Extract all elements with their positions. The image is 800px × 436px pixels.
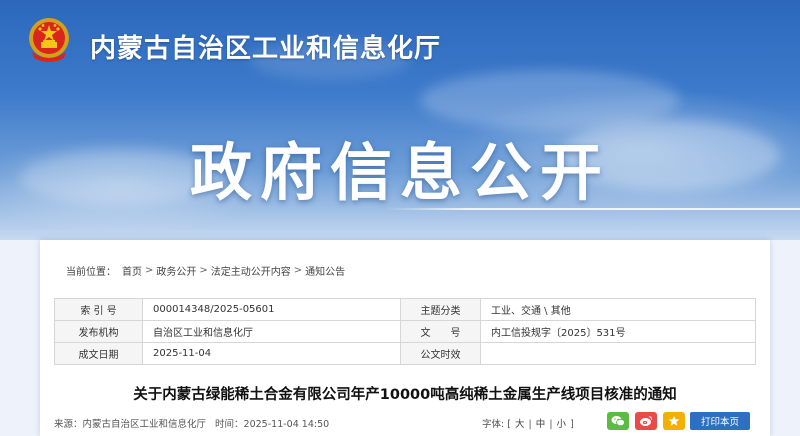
table-row: 发布机构 自治区工业和信息化厅 文 号 内工信投规字〔2025〕531号 <box>54 320 756 343</box>
header-banner: 内蒙古自治区工业和信息化厅 政府信息公开 <box>0 0 800 240</box>
share-weibo-button[interactable] <box>635 412 657 430</box>
breadcrumb-government-affairs[interactable]: 政务公开 <box>156 263 196 278</box>
share-buttons <box>607 412 685 430</box>
font-size-divider: | <box>528 419 532 430</box>
metadata-value: 内工信投规字〔2025〕531号 <box>480 320 756 343</box>
breadcrumb-statutory-disclosure[interactable]: 法定主动公开内容 <box>211 263 291 278</box>
article-toolbar: 来源：内蒙古自治区工业和信息化厅 时间：2025-11-04 14:50 字体:… <box>40 412 770 434</box>
breadcrumb-separator: > <box>293 265 303 276</box>
breadcrumb-home[interactable]: 首页 <box>122 263 142 278</box>
document-metadata-table: 索 引 号 000014348/2025-05601 主题分类 工业、交通 \ … <box>54 298 756 365</box>
banner-divider <box>386 208 800 210</box>
font-size-medium-button[interactable]: 中 <box>536 419 546 430</box>
favorite-icon <box>668 415 680 426</box>
article-time: 时间：2025-11-04 14:50 <box>215 419 330 430</box>
font-size-divider: | <box>549 419 553 430</box>
metadata-key: 索 引 号 <box>54 298 143 321</box>
section-title: 政府信息公开 <box>189 136 610 209</box>
national-emblem-icon[interactable] <box>26 16 72 64</box>
article-source: 来源：内蒙古自治区工业和信息化厅 <box>54 419 207 430</box>
weibo-icon <box>640 416 653 426</box>
article-title: 关于内蒙古绿能稀土合金有限公司年产10000吨高纯稀土金属生产线项目核准的通知 <box>133 387 677 403</box>
metadata-key: 文 号 <box>400 320 481 343</box>
metadata-value: 000014348/2025-05601 <box>142 298 401 321</box>
font-size-bracket: [ <box>507 419 511 430</box>
content-card: 当前位置： 首页 > 政务公开 > 法定主动公开内容 > 通知公告 索 引 号 … <box>40 240 770 436</box>
favorite-button[interactable] <box>663 412 685 430</box>
site-title[interactable]: 内蒙古自治区工业和信息化厅 <box>90 28 441 65</box>
font-size-label: 字体: <box>482 419 505 430</box>
table-row: 索 引 号 000014348/2025-05601 主题分类 工业、交通 \ … <box>54 298 756 321</box>
breadcrumb-separator: > <box>199 265 208 276</box>
print-button[interactable]: 打印本页 <box>690 412 750 430</box>
article-source-line: 来源：内蒙古自治区工业和信息化厅 时间：2025-11-04 14:50 <box>54 416 335 430</box>
table-row: 成文日期 2025-11-04 公文时效 <box>54 342 756 365</box>
metadata-key: 公文时效 <box>400 342 481 365</box>
font-size-control: 字体: [ 大 | 中 | 小 ] <box>482 416 574 430</box>
wechat-icon <box>611 416 625 427</box>
breadcrumb-label: 当前位置： <box>66 267 116 278</box>
breadcrumb-notices[interactable]: 通知公告 <box>305 263 345 278</box>
metadata-value: 2025-11-04 <box>142 342 401 365</box>
metadata-value: 自治区工业和信息化厅 <box>142 320 401 343</box>
font-size-bracket: ] <box>570 419 574 430</box>
metadata-value <box>480 342 756 365</box>
metadata-key: 成文日期 <box>54 342 143 365</box>
metadata-key: 主题分类 <box>400 298 481 321</box>
share-wechat-button[interactable] <box>607 412 629 430</box>
font-size-large-button[interactable]: 大 <box>515 419 525 430</box>
breadcrumb-separator: > <box>145 265 154 276</box>
font-size-small-button[interactable]: 小 <box>557 419 567 430</box>
metadata-key: 发布机构 <box>54 320 143 343</box>
breadcrumb: 当前位置： 首页 > 政务公开 > 法定主动公开内容 > 通知公告 <box>66 263 345 278</box>
metadata-value: 工业、交通 \ 其他 <box>480 298 756 321</box>
